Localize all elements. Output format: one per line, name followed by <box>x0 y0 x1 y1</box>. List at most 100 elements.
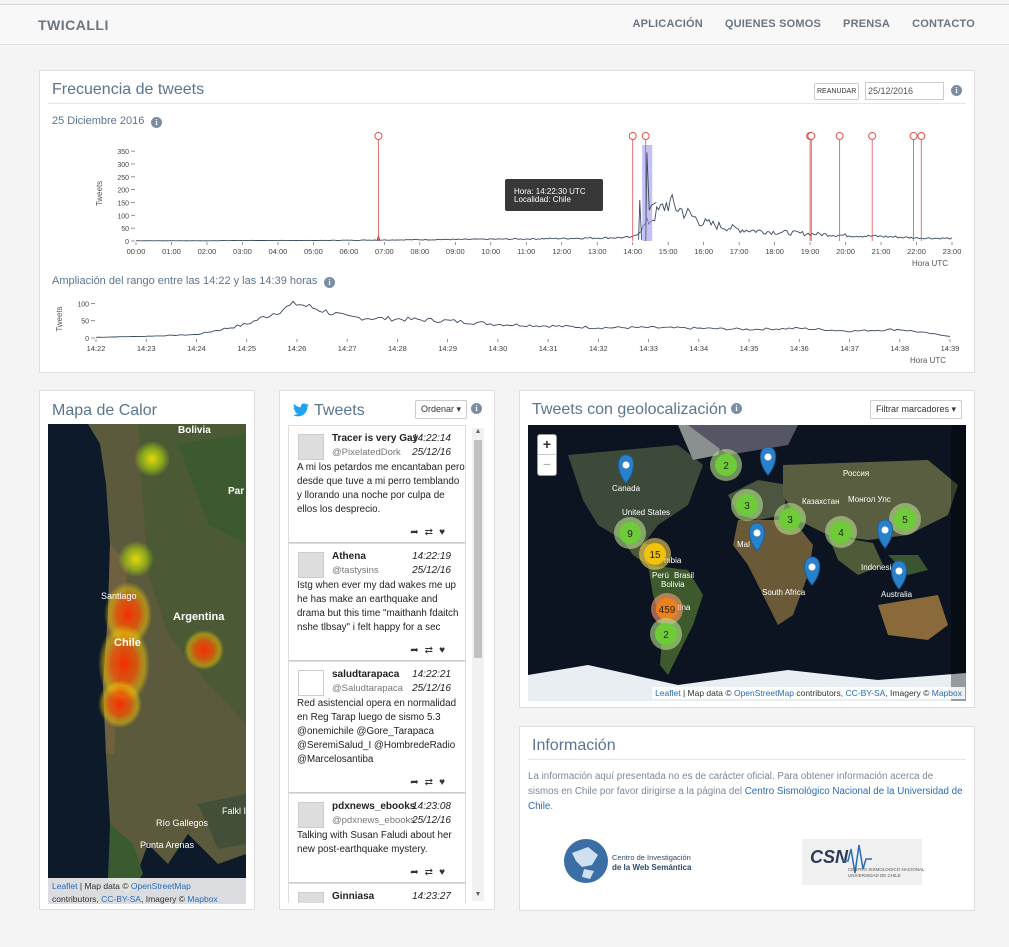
cc-link[interactable]: CC-BY-SA <box>845 688 885 698</box>
event-marker <box>909 132 918 140</box>
heart-icon[interactable]: ♥ <box>439 645 451 656</box>
x-tick-label: 04:00 <box>269 247 288 256</box>
leaflet-link[interactable]: Leaflet <box>52 881 78 891</box>
svg-text:4: 4 <box>838 528 844 539</box>
world-map[interactable]: Canada United States Россия Казахстан Мо… <box>528 425 966 701</box>
reply-icon[interactable]: ➦ <box>410 777 424 788</box>
tweet-text: Red asistencial opera en normalidad en R… <box>297 698 457 765</box>
y-tick-label: 100 <box>117 213 129 220</box>
reply-icon[interactable]: ➦ <box>410 867 424 878</box>
ciws-logo[interactable]: Centro de Investigación de la Web Semánt… <box>562 837 712 887</box>
attribution-text: contributors, <box>52 894 102 904</box>
mapbox-link[interactable]: Mapbox <box>932 688 962 698</box>
retweet-icon[interactable]: ⇄ <box>425 527 439 538</box>
y-axis-label: Tweets <box>55 306 64 331</box>
tweet-list[interactable]: Tracer is very Gay @PixelatedDork 14:22:… <box>280 425 490 903</box>
tweet-card[interactable]: Tracer is very Gay @PixelatedDork 14:22:… <box>288 425 466 543</box>
scroll-down-arrow[interactable]: ▼ <box>472 891 484 901</box>
retweet-icon[interactable]: ⇄ <box>425 867 439 878</box>
frequency-panel: Frecuencia de tweets REANUDAR i 25 Dicie… <box>39 70 975 373</box>
nav-link-aplicacion[interactable]: APLICACIÓN <box>632 18 702 30</box>
svg-text:2: 2 <box>663 630 669 641</box>
osm-link[interactable]: OpenStreetMap <box>734 688 794 698</box>
x-tick-label: 14:25 <box>237 344 256 353</box>
attribution-text: | Map data © <box>77 881 131 891</box>
retweet-icon[interactable]: ⇄ <box>425 777 439 788</box>
marker-cluster[interactable]: 9 <box>614 517 646 549</box>
brand-logo[interactable]: TWICALLI <box>38 17 109 33</box>
tweet-card[interactable]: Ginniasa 14:23:27 <box>288 883 466 903</box>
heat-spot <box>118 541 154 577</box>
tweet-text: Istg when ever my dad wakes me up he has… <box>297 580 459 633</box>
svg-text:9: 9 <box>627 529 633 540</box>
reply-icon[interactable]: ➦ <box>410 645 424 656</box>
map-label: Argentina <box>173 611 225 623</box>
tweet-author[interactable]: Athena <box>332 551 366 562</box>
y-tick-label: 350 <box>117 149 129 156</box>
leaflet-link[interactable]: Leaflet <box>655 688 681 698</box>
marker-cluster[interactable]: 3 <box>731 489 763 521</box>
map-label: Bolivia <box>178 425 211 436</box>
zoom-out-button[interactable]: − <box>538 455 556 475</box>
heatmap-map[interactable]: Bolivia Par Santiago Chile Argentina Río… <box>48 424 246 904</box>
scroll-up-arrow[interactable]: ▲ <box>472 428 484 438</box>
tweet-handle[interactable]: @PixelatedDork <box>332 447 401 458</box>
heat-spot <box>98 680 142 728</box>
tweet-frequency-chart[interactable]: Tweets 0 50 100 150 200 250 300 350 00:00 01:00 02:… <box>40 71 976 374</box>
tweet-handle[interactable]: @pdxnews_ebooks <box>332 815 415 826</box>
marker-cluster[interactable]: 2 <box>650 618 682 650</box>
tweet-handle[interactable]: @tastysins <box>332 565 379 576</box>
retweet-icon[interactable]: ⇄ <box>425 645 439 656</box>
x-tick-label: 15:00 <box>659 247 678 256</box>
tweet-author[interactable]: Ginniasa <box>332 891 374 902</box>
tweet-author[interactable]: pdxnews_ebooks <box>332 801 415 812</box>
nav-link-contacto[interactable]: CONTACTO <box>912 18 975 30</box>
filter-markers-button[interactable]: Filtrar marcadores ▾ <box>870 400 963 419</box>
x-tick-label: 14:00 <box>623 247 642 256</box>
tweet-time: 14:23:08 <box>412 801 451 812</box>
tweet-card[interactable]: Athena @tastysins 14:22:19 25/12/16 Istg… <box>288 543 466 661</box>
nav-link-quienes-somos[interactable]: QUIENES SOMOS <box>725 18 821 30</box>
x-tick-label: 03:00 <box>233 247 252 256</box>
heart-icon[interactable]: ♥ <box>439 777 451 788</box>
avatar <box>298 892 324 903</box>
map-label: Bolivia <box>661 580 685 589</box>
zoom-in-button[interactable]: + <box>538 435 556 455</box>
x-tick-label: 14:38 <box>890 344 909 353</box>
info-text: La información aquí presentada no es de … <box>528 769 966 814</box>
cc-link[interactable]: CC-BY-SA <box>101 894 141 904</box>
attribution-text: , Imagery © <box>140 894 188 904</box>
info-icon[interactable]: i <box>731 403 742 414</box>
tweet-author[interactable]: saludtarapaca <box>332 669 399 680</box>
x-tick-label: 14:29 <box>438 344 457 353</box>
tweet-handle[interactable]: @Saludtarapaca <box>332 683 403 694</box>
nav-link-prensa[interactable]: PRENSA <box>843 18 890 30</box>
svg-text:459: 459 <box>659 605 676 616</box>
reply-icon[interactable]: ➦ <box>410 527 424 538</box>
map-label: Australia <box>881 590 913 599</box>
event-marker <box>868 132 877 140</box>
marker-cluster[interactable]: 5 <box>889 503 921 535</box>
scrollbar[interactable]: ▲ ▼ <box>472 428 484 901</box>
sort-button[interactable]: Ordenar ▾ <box>415 400 468 419</box>
tweet-author[interactable]: Tracer is very Gay <box>332 433 418 444</box>
marker-cluster[interactable]: 3 <box>774 503 806 535</box>
map-label: Казахстан <box>802 497 840 506</box>
heart-icon[interactable]: ♥ <box>439 867 451 878</box>
info-title: Información <box>532 737 616 754</box>
marker-cluster[interactable]: 15 <box>639 538 671 570</box>
x-tick-label: 14:39 <box>941 344 960 353</box>
marker-cluster[interactable]: 4 <box>825 516 857 548</box>
heart-icon[interactable]: ♥ <box>439 527 451 538</box>
osm-link[interactable]: OpenStreetMap <box>131 881 191 891</box>
marker-cluster[interactable]: 2 <box>710 449 742 481</box>
csn-logo[interactable]: CSN CENTRO SISMOLOGICO NACIONAL UNIVERSI… <box>802 839 925 885</box>
scroll-thumb[interactable] <box>474 440 482 658</box>
info-icon[interactable]: i <box>471 403 482 414</box>
mapbox-link[interactable]: Mapbox <box>187 894 217 904</box>
svg-text:5: 5 <box>902 515 908 526</box>
x-tick-label: 19:00 <box>801 247 820 256</box>
y-tick-label: 0 <box>85 336 89 343</box>
tweet-card[interactable]: pdxnews_ebooks @pdxnews_ebooks 14:23:08 … <box>288 793 466 883</box>
tweet-card[interactable]: saludtarapaca @Saludtarapaca 14:22:21 25… <box>288 661 466 793</box>
